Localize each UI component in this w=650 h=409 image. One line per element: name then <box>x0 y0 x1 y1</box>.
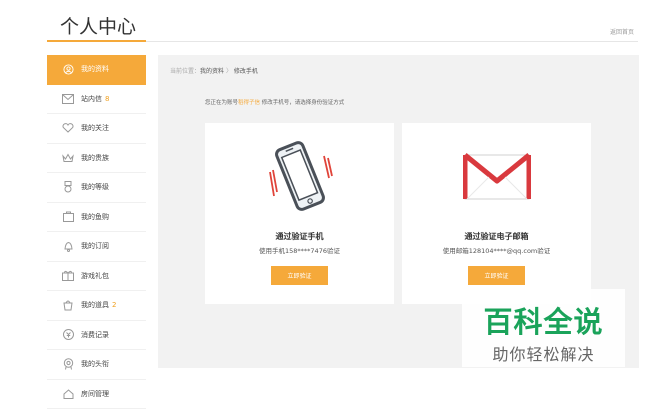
sidebar-item-nobility[interactable]: 我的贵族 <box>47 144 146 174</box>
sidebar-item-purchases[interactable]: 我的鱼购 <box>47 203 146 233</box>
sidebar-item-spending[interactable]: 消费记录 <box>47 321 146 351</box>
envelope-icon <box>463 151 531 207</box>
breadcrumb-prefix: 当前位置： <box>170 68 200 75</box>
masked-phone-text: 使用手机158****7476验证 <box>205 245 394 255</box>
breadcrumb-current: 修改手机 <box>234 68 258 75</box>
sidebar-item-label: 我的订阅 <box>81 241 109 251</box>
room-icon <box>61 389 75 399</box>
sidebar-item-label: 我的资料 <box>81 64 109 74</box>
page-title: 个人中心 <box>60 12 136 39</box>
mail-icon <box>61 94 75 104</box>
sidebar-item-label: 站内信 <box>81 94 102 104</box>
props-badge: 2 <box>112 301 116 309</box>
home-link[interactable]: 返回首页 <box>610 27 634 36</box>
sidebar-item-label: 房间管理 <box>81 389 109 399</box>
verify-by-email-card: 通过验证电子邮箱 使用邮箱128104****@qq.com验证 立即验证 <box>402 123 591 304</box>
sidebar-item-label: 我的鱼购 <box>81 212 109 222</box>
verify-phone-button[interactable]: 立即验证 <box>271 266 328 285</box>
verify-by-phone-card: 通过验证手机 使用手机158****7476验证 立即验证 <box>205 123 394 304</box>
unread-badge: 8 <box>105 95 109 103</box>
coin-icon <box>61 329 75 340</box>
sidebar-item-label: 我的关注 <box>81 123 109 133</box>
account-name: 稻得子信 <box>238 100 260 106</box>
instruction-text-rest: 修改手机号，请选择身份验证方式 <box>260 100 344 106</box>
masked-email-text: 使用邮箱128104****@qq.com验证 <box>402 245 591 255</box>
title-underline <box>47 40 146 42</box>
breadcrumb-separator: 〉 <box>226 68 232 75</box>
sidebar-item-messages[interactable]: 站内信 8 <box>47 85 146 115</box>
sidebar-item-subscriptions[interactable]: 我的订阅 <box>47 232 146 262</box>
sidebar-item-profile[interactable]: 我的资料 <box>47 55 146 85</box>
bell-icon <box>61 241 75 252</box>
sidebar-item-titles[interactable]: 我的头衔 <box>47 350 146 380</box>
box-icon <box>61 299 75 311</box>
sidebar-item-label: 我的道具 <box>81 300 109 310</box>
watermark-title: 百科全说 <box>462 299 625 341</box>
watermark-subtitle: 助你轻松解决 <box>462 341 625 365</box>
gift-icon <box>61 270 75 281</box>
verify-instruction: 您正在为账号稻得子信 修改手机号，请选择身份验证方式 <box>205 98 344 106</box>
badge-icon <box>61 358 75 370</box>
sidebar-item-label: 游戏礼包 <box>81 271 109 281</box>
phone-vibrate-icon <box>260 136 340 220</box>
verify-email-button[interactable]: 立即验证 <box>468 266 525 285</box>
sidebar-item-follows[interactable]: 我的关注 <box>47 114 146 144</box>
heart-icon <box>61 123 75 133</box>
sidebar-item-rooms[interactable]: 房间管理 <box>47 380 146 409</box>
breadcrumb: 当前位置：我的资料 〉 修改手机 <box>170 66 258 75</box>
breadcrumb-parent-link[interactable]: 我的资料 <box>200 68 224 75</box>
instruction-text: 您正在为账号 <box>205 100 238 106</box>
sidebar-item-game-gifts[interactable]: 游戏礼包 <box>47 262 146 292</box>
crown-icon <box>61 153 75 163</box>
sidebar-item-label: 我的等级 <box>81 182 109 192</box>
user-icon <box>61 64 75 75</box>
watermark-logo: 百科全说 助你轻松解决 <box>462 289 625 367</box>
medal-icon <box>61 181 75 193</box>
sidebar-item-label: 消费记录 <box>81 330 109 340</box>
sidebar-item-props[interactable]: 我的道具 2 <box>47 291 146 321</box>
card-title: 通过验证手机 <box>205 231 394 242</box>
sidebar-item-level[interactable]: 我的等级 <box>47 173 146 203</box>
sidebar: 我的资料 站内信 8 我的关注 我的贵族 我的等级 我的鱼购 我的订 <box>47 55 146 409</box>
card-title: 通过验证电子邮箱 <box>402 231 591 242</box>
sidebar-item-label: 我的贵族 <box>81 153 109 163</box>
bag-icon <box>61 211 75 222</box>
header-divider <box>146 41 638 42</box>
sidebar-item-label: 我的头衔 <box>81 359 109 369</box>
